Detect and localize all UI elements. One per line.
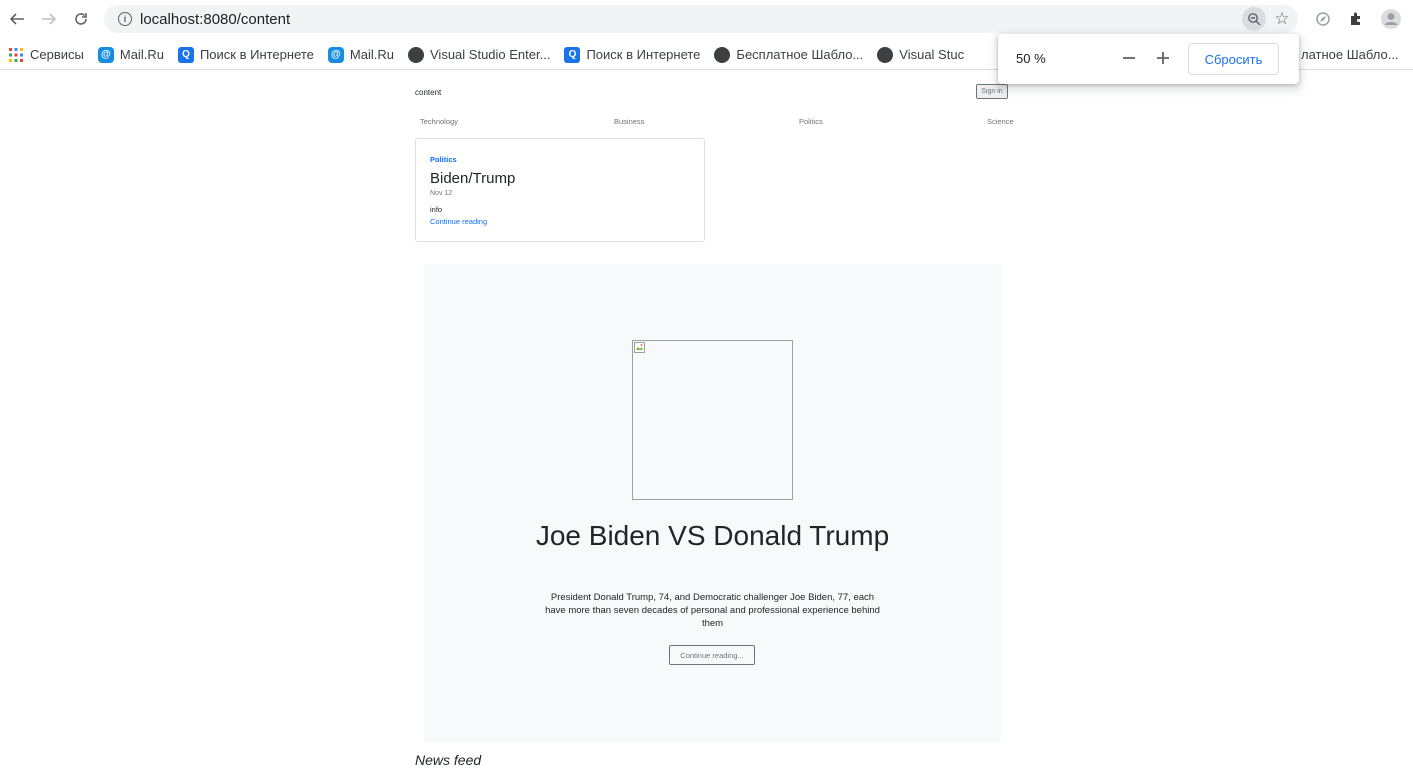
zoom-level-text: 50 % — [1016, 51, 1046, 66]
news-feed-heading: News feed — [415, 752, 482, 768]
mail-ru-icon: @ — [97, 46, 114, 63]
apps-grid-icon — [8, 47, 24, 63]
mail-ru-icon: @ — [327, 46, 344, 63]
hero-image-broken — [632, 340, 793, 500]
bookmark-free-templates[interactable]: Бесплатное Шабло... — [714, 46, 864, 63]
bookmark-label: Mail.Ru — [119, 47, 164, 62]
site-info-icon[interactable]: i — [118, 12, 132, 26]
bookmark-mail-ru[interactable]: @ Mail.Ru — [327, 46, 394, 63]
bookmark-mail-ru[interactable]: @ Mail.Ru — [97, 46, 164, 63]
bookmark-label: Поиск в Интернете — [199, 47, 314, 62]
address-bar[interactable]: i localhost:8080/content ☆ — [104, 5, 1298, 33]
card-info: info — [430, 205, 443, 214]
search-icon: Q — [564, 46, 581, 63]
zoom-popup: 50 % Сбросить — [998, 34, 1299, 84]
bookmark-label: Бесплатное Шабло... — [736, 47, 864, 62]
bookmark-visual-studio[interactable]: Visual Studio Enter... — [408, 46, 551, 63]
sign-in-button[interactable]: Sign in — [976, 84, 1008, 99]
card-continue-reading-link[interactable]: Continue reading — [430, 217, 487, 226]
zoom-out-button[interactable] — [1118, 45, 1140, 71]
bookmark-label: Поиск в Интернете — [586, 47, 701, 62]
profile-avatar-icon[interactable] — [1380, 8, 1402, 30]
broken-image-icon — [634, 342, 645, 353]
nav-link-politics[interactable]: Politics — [799, 117, 823, 126]
bookmark-label: Mail.Ru — [349, 47, 394, 62]
browser-toolbar: i localhost:8080/content ☆ — [0, 0, 1413, 38]
nav-link-science[interactable]: Science — [987, 117, 1014, 126]
card-title: Biden/Trump — [430, 170, 516, 187]
bookmark-star-icon[interactable]: ☆ — [1270, 7, 1294, 31]
bookmark-search[interactable]: Q Поиск в Интернете — [177, 46, 314, 63]
url-text: localhost:8080/content — [140, 10, 291, 28]
page-content: content Sign in Technology Business Poli… — [0, 71, 1413, 771]
hero-description: President Donald Trump, 74, and Democrat… — [545, 592, 880, 629]
bookmark-label: Сервисы — [30, 47, 84, 62]
bookmark-free-templates[interactable]: латное Шабло... — [1301, 47, 1399, 62]
reload-icon[interactable] — [70, 8, 92, 30]
zoom-magnifier-icon[interactable] — [1242, 7, 1266, 31]
forward-arrow-icon[interactable] — [38, 8, 60, 30]
hero-section: Joe Biden VS Donald Trump President Dona… — [424, 264, 1001, 742]
card-category: Politics — [430, 155, 457, 164]
globe-icon — [714, 46, 731, 63]
bookmark-label: Visual Stuc — [899, 47, 965, 62]
zoom-reset-button[interactable]: Сбросить — [1188, 43, 1279, 75]
zoom-in-button[interactable] — [1152, 45, 1174, 71]
back-arrow-icon[interactable] — [6, 8, 28, 30]
extensions-puzzle-icon[interactable] — [1345, 8, 1367, 30]
hero-title: Joe Biden VS Donald Trump — [535, 520, 890, 551]
globe-icon — [408, 46, 424, 63]
bookmark-label: латное Шабло... — [1301, 47, 1399, 62]
bookmark-search[interactable]: Q Поиск в Интернете — [564, 46, 701, 63]
nav-link-business[interactable]: Business — [614, 117, 644, 126]
card-date: Nov 12 — [430, 190, 453, 197]
nav-link-technology[interactable]: Technology — [420, 117, 458, 126]
site-title: content — [415, 88, 442, 97]
hero-continue-reading-button[interactable]: Continue reading... — [669, 645, 755, 665]
article-card: Politics Biden/Trump Nov 12 info Continu… — [415, 138, 705, 242]
bookmark-visual-studio[interactable]: Visual Stuc — [877, 46, 965, 63]
search-icon: Q — [177, 46, 194, 63]
globe-icon — [877, 46, 894, 63]
bookmark-services[interactable]: Сервисы — [8, 47, 84, 63]
bookmark-label: Visual Studio Enter... — [430, 47, 551, 62]
extension-compass-icon[interactable] — [1312, 8, 1334, 30]
